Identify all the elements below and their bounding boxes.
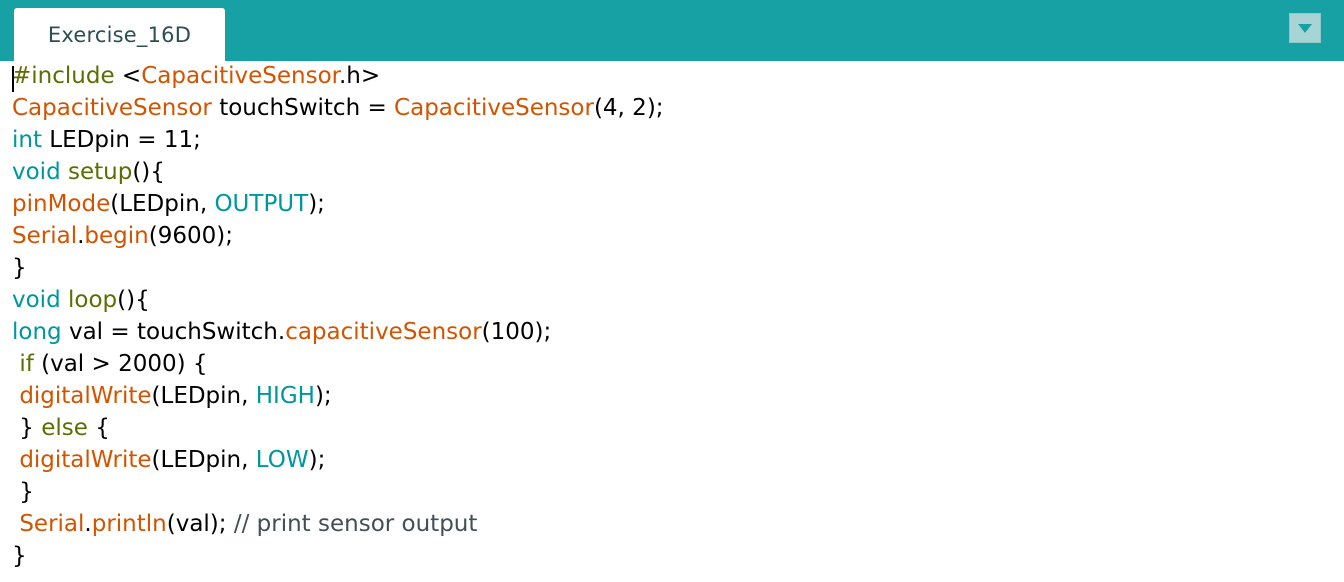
code-token: . [84,511,92,537]
code-line: int LEDpin = 11; [12,124,664,156]
code-token: int [12,127,42,153]
code-token: OUTPUT [214,191,309,217]
code-token: (LEDpin, [151,447,256,473]
code-token: (LEDpin, [151,383,256,409]
code-token: CapacitiveSensor [12,95,212,121]
code-token: .h> [338,63,381,89]
code-token: (4, 2); [593,95,664,121]
code-token: } [12,479,34,505]
code-token: } [12,415,42,441]
code-line: } [12,476,664,508]
code-token: touchSwitch = [211,95,395,121]
tab-label: Exercise_16D [47,22,192,47]
tab-menu-button[interactable] [1289,13,1321,43]
code-token: ); [308,447,326,473]
tab-bar: Exercise_16D [0,0,1344,61]
code-token: (val > 2000) { [33,351,208,377]
code-token: Serial [19,511,85,537]
code-token: Serial [12,223,78,249]
code-token: (val); [166,511,234,537]
code-token: { [87,415,110,441]
code-token: loop [68,287,118,313]
code-token: < [114,63,142,89]
code-line: } [12,540,664,572]
code-token: (LEDpin, [110,191,215,217]
code-token: (100); [481,319,552,345]
code-token: println [91,511,167,537]
code-token: (){ [117,287,150,313]
code-token: #include [12,63,115,89]
code-token: ); [308,191,325,217]
triangle-down-icon [1298,23,1312,33]
code-line: digitalWrite(LEDpin, LOW); [12,444,664,476]
code-token: capacitiveSensor [285,319,482,345]
code-line: CapacitiveSensor touchSwitch = Capacitiv… [12,92,664,124]
code-line: pinMode(LEDpin, OUTPUT); [12,188,664,220]
code-editor[interactable]: #include <CapacitiveSensor.h> CapacitiveS… [0,61,1344,582]
text-caret [12,66,14,92]
code-token: (9600); [148,223,233,249]
code-token: } [12,255,27,281]
tab-exercise-16d[interactable]: Exercise_16D [14,8,225,61]
code-token: void [12,287,61,313]
code-line: Serial.println(val); // print sensor out… [12,508,664,540]
code-token: LOW [255,447,309,473]
code-token: CapacitiveSensor [141,63,339,89]
code-token: ); [314,383,332,409]
code-line: if (val > 2000) { [12,348,664,380]
code-token: val = touchSwitch. [61,319,286,345]
code-line: digitalWrite(LEDpin, HIGH); [12,380,664,412]
code-token: begin [84,223,149,249]
code-line: Serial.begin(9600); [12,220,664,252]
code-token: setup [68,159,133,185]
code-token: void [12,159,61,185]
code-token: if [19,351,34,377]
code-text: #include <CapacitiveSensor.h> CapacitiveS… [12,61,664,573]
code-token: HIGH [255,383,315,409]
code-token: digitalWrite [19,447,152,473]
code-line: void loop(){ [12,284,664,316]
code-token: (){ [132,159,165,185]
code-line: } else { [12,412,664,444]
code-token: } [12,543,27,569]
code-line: } [12,252,664,284]
code-token: pinMode [12,191,111,217]
code-token: LEDpin = 11; [42,127,201,153]
code-token: // print sensor output [233,511,478,537]
code-token: CapacitiveSensor [394,95,594,121]
code-line: long val = touchSwitch.capacitiveSensor(… [12,316,664,348]
code-token: digitalWrite [19,383,152,409]
code-token: else [41,415,88,441]
code-token: long [12,319,62,345]
code-line: void setup(){ [12,156,664,188]
code-line: #include <CapacitiveSensor.h> [12,60,664,92]
